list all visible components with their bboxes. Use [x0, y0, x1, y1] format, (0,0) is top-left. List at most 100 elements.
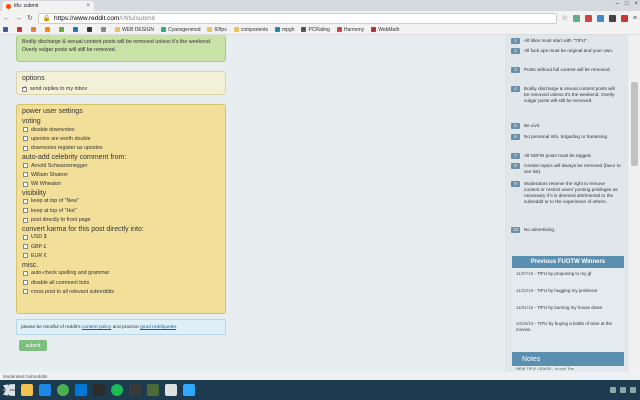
main-column: Bodily discharge & sexual content posts … — [0, 35, 500, 372]
checkbox[interactable] — [23, 270, 28, 276]
app-icon[interactable] — [129, 384, 141, 396]
top-hot-option[interactable]: keep at top of "Hot" — [22, 206, 220, 215]
upvotes-double-option[interactable]: upvotes are worth double — [22, 134, 220, 143]
bookmark[interactable]: mpgh — [274, 27, 294, 33]
checkbox[interactable] — [23, 234, 28, 240]
scrollbar-thumb[interactable] — [631, 82, 638, 166]
shatner-option[interactable]: William Shatner — [22, 170, 220, 179]
bookmark[interactable]: WebMath — [371, 27, 400, 33]
disable-bots-option[interactable]: disable all comment bots — [22, 278, 220, 287]
wheaton-option[interactable]: Wil Wheaton — [22, 179, 220, 188]
bookmark[interactable]: PCRating — [301, 27, 330, 33]
browser-app-icon[interactable] — [39, 384, 51, 396]
rule-item: 9 Moderators reserve the right to remove … — [511, 181, 621, 205]
send-replies-checkbox[interactable] — [22, 85, 27, 92]
maximize-icon[interactable]: □ — [625, 1, 629, 7]
minimize-icon[interactable]: – — [616, 1, 619, 7]
close-window-icon[interactable]: × — [634, 1, 638, 7]
checkbox[interactable] — [23, 253, 28, 259]
bookmark[interactable] — [73, 27, 80, 32]
bookmark[interactable] — [3, 27, 10, 32]
checkbox[interactable] — [23, 217, 28, 223]
windows-start-icon[interactable] — [3, 384, 15, 396]
checkbox[interactable] — [23, 172, 28, 178]
front-page-option[interactable]: post directly to front page — [22, 215, 220, 224]
forward-icon[interactable]: → — [15, 15, 22, 22]
fuotw-item[interactable]: 11/01/15 - TIFU by burning my house down — [516, 305, 602, 311]
bookmark-folder[interactable]: components — [233, 27, 268, 33]
reddiquette-link[interactable]: good reddiquette — [140, 325, 176, 330]
checkbox[interactable] — [23, 181, 28, 187]
checkbox[interactable] — [23, 136, 28, 142]
back-icon[interactable]: ← — [3, 15, 10, 22]
app-icon[interactable] — [93, 384, 105, 396]
crosspost-option[interactable]: cross post to all relevant subreddits — [22, 287, 220, 296]
bookmark-icon — [160, 27, 166, 32]
bookmark[interactable] — [45, 27, 52, 32]
content-policy-link[interactable]: content policy — [82, 325, 111, 330]
usd-option[interactable]: USD $ — [22, 233, 220, 242]
bookmark-folder[interactable]: 60fps — [207, 27, 227, 33]
top-new-option[interactable]: keep at top of "New" — [22, 197, 220, 206]
rule-item: 8 Certain topics will always be removed (… — [511, 163, 621, 175]
photoshop-icon[interactable] — [183, 384, 195, 396]
eur-option[interactable]: EUR € — [22, 251, 220, 260]
bookmark[interactable]: Cyanogenmod — [160, 27, 200, 33]
checkbox[interactable] — [23, 289, 28, 295]
bookmark[interactable] — [59, 27, 66, 32]
checkbox[interactable] — [23, 198, 28, 204]
checkbox[interactable] — [23, 280, 28, 285]
extension-icon[interactable] — [584, 14, 592, 22]
bookmark[interactable] — [87, 27, 94, 32]
star-icon[interactable]: ☆ — [562, 14, 568, 22]
send-replies-option[interactable]: send replies to my inbox — [22, 85, 220, 93]
checkbox[interactable] — [23, 244, 28, 250]
bookmark[interactable] — [17, 27, 24, 32]
bookmark-icon — [301, 27, 307, 32]
address-bar[interactable]: 🔒 https://www.reddit.com/r/tifu/submit — [37, 12, 557, 24]
file-explorer-icon[interactable] — [21, 384, 33, 396]
fuotw-item[interactable]: 10/25/15 - TIFU by buying a bottle of wi… — [516, 321, 620, 333]
checkbox[interactable] — [23, 145, 28, 151]
bookmark-icon — [87, 27, 92, 32]
submit-button[interactable]: submit — [19, 340, 47, 351]
checkbox[interactable] — [23, 208, 28, 214]
extension-icon[interactable] — [572, 14, 580, 22]
power-user-settings-box: power user settings voting disable downv… — [16, 104, 226, 314]
url-path: /r/tifu/submit — [119, 14, 155, 22]
bookmark-folder[interactable]: WEB DESIGN — [115, 27, 154, 33]
checkbox[interactable] — [23, 163, 28, 169]
bookmark[interactable] — [101, 27, 108, 32]
app-icon[interactable] — [75, 384, 87, 396]
arnold-option[interactable]: Arnold Schwarzenegger — [22, 161, 220, 170]
extension-icon[interactable] — [596, 14, 604, 22]
extension-icon[interactable] — [608, 14, 616, 22]
rule-item: 2 All fuck ups must be original and your … — [511, 48, 621, 54]
gbp-option[interactable]: GBP £ — [22, 242, 220, 251]
app-icon[interactable] — [111, 384, 123, 396]
bookmark[interactable]: Harmony — [336, 27, 364, 33]
downvotes-as-upvotes-option[interactable]: downvotes register as upvotes — [22, 144, 220, 153]
disable-downvotes-option[interactable]: disable downvotes — [22, 125, 220, 134]
fuotw-item[interactable]: 11/22/15 - TIFU by hugging my professor — [516, 288, 598, 294]
app-icon[interactable] — [147, 384, 159, 396]
tray-icon[interactable] — [630, 387, 636, 393]
bookmark[interactable] — [31, 27, 38, 32]
spell-check-option[interactable]: auto-check spelling and grammar — [22, 269, 220, 278]
status-bar: Moderated Subreddits — [0, 372, 640, 380]
page-content: Bodily discharge & sexual content posts … — [0, 35, 640, 372]
tab-close-icon[interactable]: × — [86, 3, 90, 9]
tray-icon[interactable] — [610, 387, 616, 393]
chrome-icon[interactable] — [57, 384, 69, 396]
extension-icon[interactable] — [620, 14, 628, 22]
fuotw-item[interactable]: 11/07/15 - TIFU by proposing to my gf — [516, 271, 591, 277]
menu-icon[interactable]: ≡ — [633, 15, 637, 22]
browser-tab[interactable]: tifu: submit × — [2, 1, 94, 11]
reload-icon[interactable]: ↻ — [27, 14, 33, 22]
tray-icon[interactable] — [620, 387, 626, 393]
lock-icon: 🔒 — [42, 15, 51, 22]
app-icon[interactable] — [165, 384, 177, 396]
bookmark-icon — [17, 27, 22, 32]
checkbox[interactable] — [23, 127, 28, 133]
bookmark-icon — [73, 27, 78, 32]
